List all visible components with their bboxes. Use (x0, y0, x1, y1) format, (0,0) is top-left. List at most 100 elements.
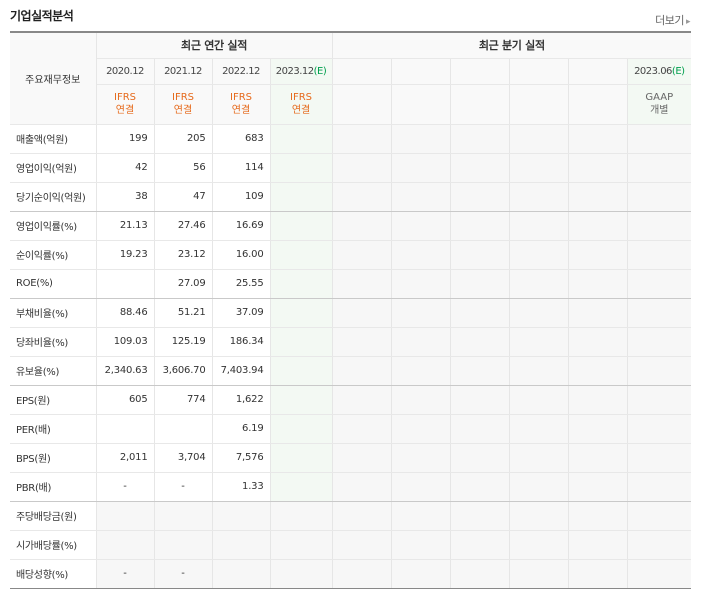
quarter-value-cell (627, 356, 692, 386)
row-label: 매출액(억원) (10, 124, 97, 154)
table-row: 순이익률(%) 19.23 23.12 16.00 (10, 240, 692, 270)
annual-value-cell (154, 530, 213, 560)
annual-value-cell: 3,606.70 (154, 356, 213, 386)
annual-value-cell (270, 443, 333, 473)
quarter-value-cell (627, 443, 692, 473)
quarter-2023-06-est: 2023.06(E) (627, 58, 692, 85)
annual-value-cell: 114 (212, 153, 271, 183)
quarter-value-cell (627, 269, 692, 299)
annual-value-cell: 42 (96, 153, 155, 183)
quarter-value-cell (331, 385, 392, 415)
type-label: IFRS (290, 92, 313, 103)
row-label: 주당배당금(원) (10, 501, 97, 531)
annual-value-cell (96, 269, 155, 299)
quarter-value-cell (450, 298, 510, 328)
annual-value-cell (154, 501, 213, 531)
quarter-type-2 (391, 84, 451, 125)
table-row: BPS(원) 2,011 3,704 7,576 (10, 443, 692, 473)
row-header-cell: 주요재무정보 (10, 31, 97, 125)
quarter-value-cell (391, 211, 451, 241)
quarter-value-cell (509, 182, 569, 212)
quarter-value-cell (568, 240, 628, 270)
annual-value-cell (270, 559, 333, 589)
quarter-type-4 (509, 84, 569, 125)
year-2023-label: 2023.12 (275, 65, 314, 77)
annual-value-cell (270, 356, 333, 386)
table-row: 주당배당금(원) (10, 501, 692, 531)
row-label: 시가배당률(%) (10, 530, 97, 560)
quarter-value-cell (391, 472, 451, 502)
quarter-value-cell (450, 211, 510, 241)
quarter-value-cell (391, 385, 451, 415)
quarter-type-sub-label: 개별 (650, 105, 669, 116)
section-header: 기업실적분석 더보기 ▸ (0, 0, 707, 32)
quarter-value-cell (509, 472, 569, 502)
quarter-value-cell (391, 298, 451, 328)
quarter-value-cell (627, 472, 692, 502)
more-link[interactable]: 더보기 ▸ (655, 12, 690, 28)
quarter-value-cell (450, 240, 510, 270)
row-label: 당기순이익(억원) (10, 182, 97, 212)
quarter-value-cell (627, 211, 692, 241)
quarter-value-cell (509, 327, 569, 357)
quarter-value-cell (509, 153, 569, 183)
quarter-value-cell (331, 269, 392, 299)
quarter-value-cell (391, 356, 451, 386)
row-label: 부채비율(%) (10, 298, 97, 328)
annual-value-cell: - (154, 559, 213, 589)
annual-value-cell (154, 414, 213, 444)
annual-value-cell: 605 (96, 385, 155, 415)
quarter-value-cell (391, 269, 451, 299)
annual-value-cell: 2,340.63 (96, 356, 155, 386)
row-label: 배당성향(%) (10, 559, 97, 589)
quarter-value-cell (509, 414, 569, 444)
annual-value-cell: - (96, 559, 155, 589)
more-link-label: 더보기 (655, 14, 684, 27)
quarter-value-cell (568, 182, 628, 212)
annual-value-cell: 109.03 (96, 327, 155, 357)
quarter-value-cell (450, 414, 510, 444)
annual-value-cell: 7,403.94 (212, 356, 271, 386)
annual-value-cell: 1.33 (212, 472, 271, 502)
annual-value-cell (270, 211, 333, 241)
quarter-value-cell (450, 559, 510, 589)
annual-value-cell: 16.69 (212, 211, 271, 241)
quarter-value-cell (627, 530, 692, 560)
row-label: EPS(원) (10, 385, 97, 415)
annual-value-cell: 27.09 (154, 269, 213, 299)
quarter-value-cell (509, 298, 569, 328)
quarter-col-2 (391, 58, 451, 85)
table-row: ROE(%) 27.09 25.55 (10, 269, 692, 299)
table-row: 영업이익(억원) 42 56 114 (10, 153, 692, 183)
annual-value-cell (270, 182, 333, 212)
annual-value-cell: 47 (154, 182, 213, 212)
annual-value-cell: 23.12 (154, 240, 213, 270)
quarter-value-cell (568, 414, 628, 444)
annual-value-cell (212, 530, 271, 560)
annual-value-cell: 38 (96, 182, 155, 212)
table-row: 부채비율(%) 88.46 51.21 37.09 (10, 298, 692, 328)
annual-value-cell: 19.23 (96, 240, 155, 270)
quarter-value-cell (568, 559, 628, 589)
row-label: 당좌비율(%) (10, 327, 97, 357)
table-row: PER(배) 6.19 (10, 414, 692, 444)
quarter-value-cell (568, 472, 628, 502)
quarter-value-cell (450, 501, 510, 531)
quarter-value-cell (450, 327, 510, 357)
type-2020: IFRS 연결 (96, 84, 155, 125)
estimate-mark: (E) (313, 65, 327, 77)
quarter-value-cell (568, 327, 628, 357)
quarter-type-label: GAAP (645, 92, 674, 103)
quarter-value-cell (627, 153, 692, 183)
row-label: 영업이익(억원) (10, 153, 97, 183)
quarter-value-cell (331, 327, 392, 357)
quarter-value-cell (450, 153, 510, 183)
quarter-value-cell (331, 414, 392, 444)
quarter-value-cell (391, 327, 451, 357)
table-row: 매출액(억원) 199 205 683 (10, 124, 692, 154)
quarter-value-cell (391, 153, 451, 183)
quarter-value-cell (568, 501, 628, 531)
table-row: PBR(배) - -1.33 (10, 472, 692, 502)
annual-value-cell (270, 153, 333, 183)
quarter-est-label: 2023.06 (634, 65, 672, 77)
